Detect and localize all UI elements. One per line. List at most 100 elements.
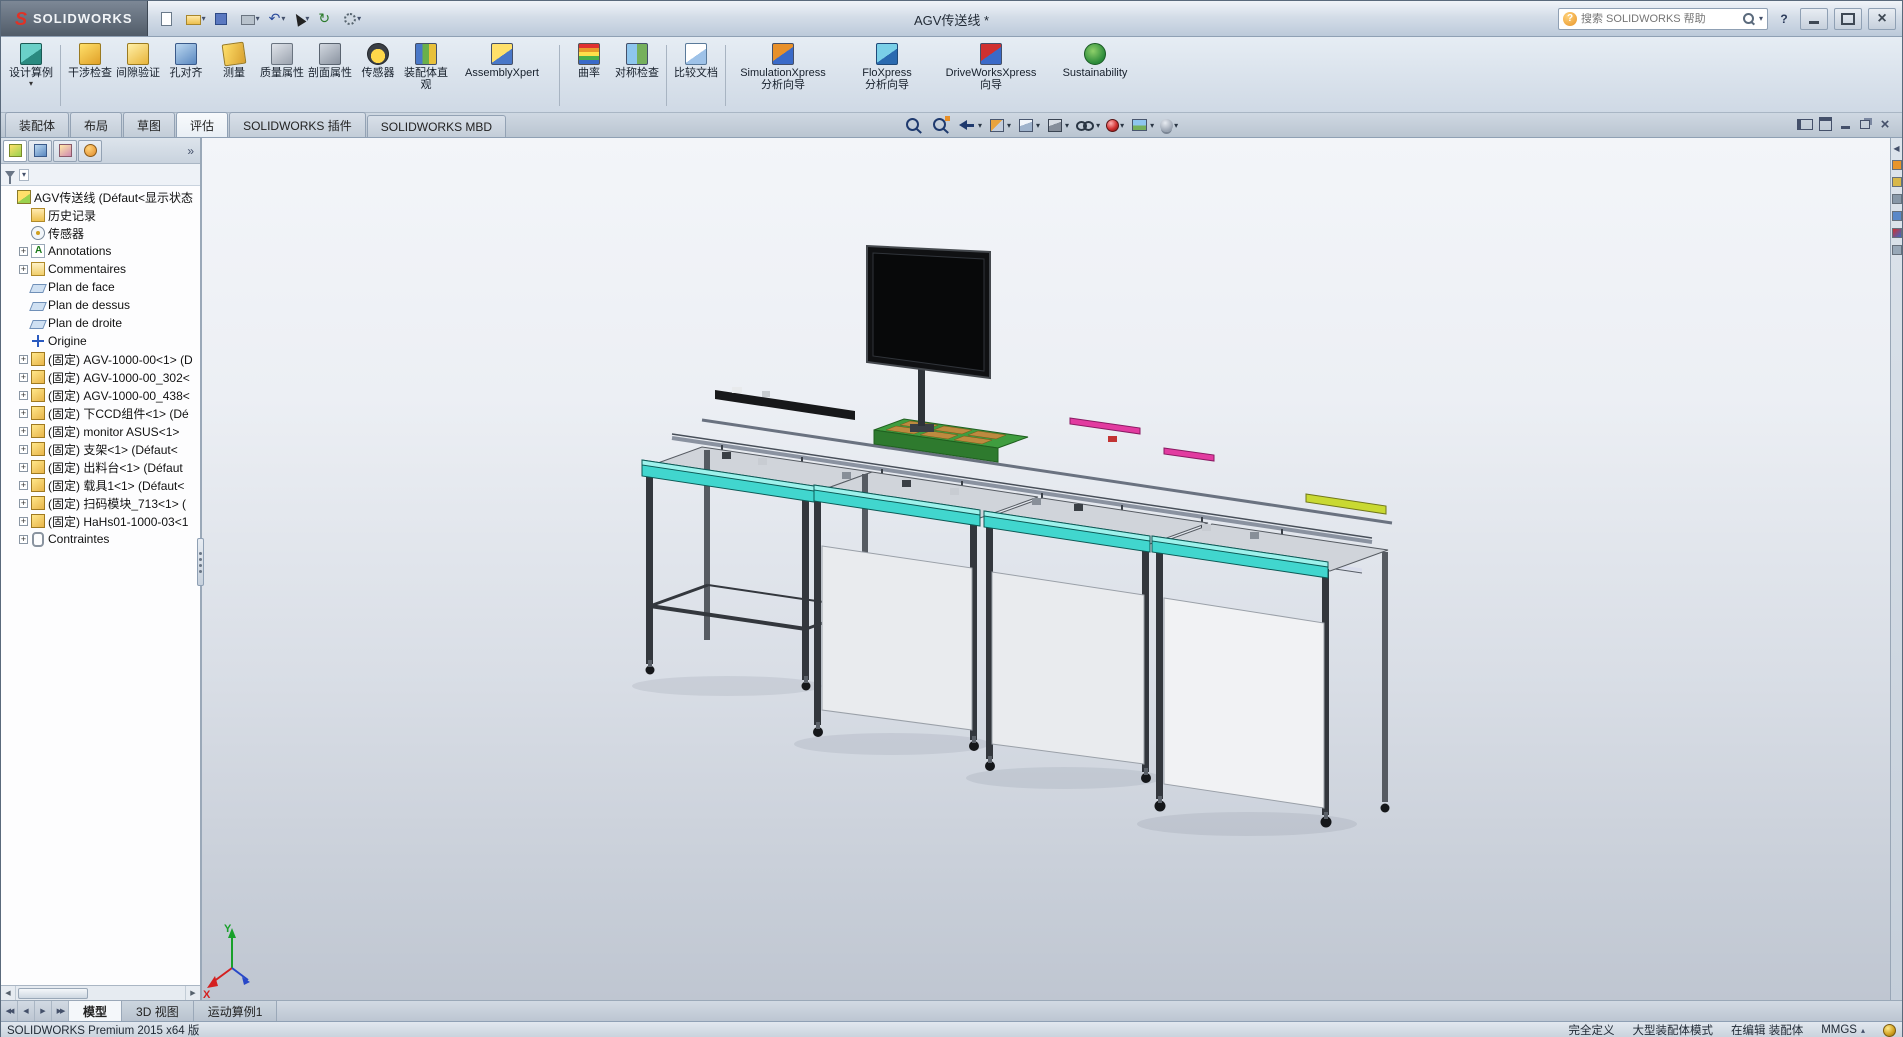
- tree-item[interactable]: (固定) HaHs01-1000-03<1: [1, 512, 200, 530]
- command-tab[interactable]: 草图: [123, 112, 175, 137]
- expander-icon[interactable]: [19, 463, 28, 472]
- tree-item[interactable]: 历史记录: [1, 206, 200, 224]
- pane-split-icon[interactable]: [1816, 116, 1834, 132]
- floxpress-button[interactable]: FloXpress 分析向导: [835, 39, 939, 112]
- sheet-tab[interactable]: 模型: [69, 1001, 122, 1021]
- tree-item[interactable]: Plan de droite: [1, 314, 200, 332]
- view-orientation-icon[interactable]: [1015, 116, 1042, 135]
- expander-icon[interactable]: [19, 373, 28, 382]
- select-button[interactable]: ▾: [291, 11, 312, 27]
- scrollbar-thumb[interactable]: [18, 988, 88, 999]
- tree-item[interactable]: Contraintes: [1, 530, 200, 548]
- tree-item[interactable]: (固定) 载具1<1> (Défaut<: [1, 476, 200, 494]
- tree-item[interactable]: Origine: [1, 332, 200, 350]
- filter-caret-icon[interactable]: ▾: [19, 169, 29, 181]
- tree-item[interactable]: (固定) 下CCD组件<1> (Dé: [1, 404, 200, 422]
- section-properties-button[interactable]: 剖面属性: [306, 39, 354, 112]
- expander-icon[interactable]: [19, 481, 28, 490]
- assembly-visualization-button[interactable]: 装配体直观: [402, 39, 450, 112]
- propertymanager-tab[interactable]: [28, 140, 52, 162]
- simulationxpress-button[interactable]: SimulationXpress 分析向导: [731, 39, 835, 112]
- tree-item[interactable]: Commentaires: [1, 260, 200, 278]
- compare-documents-button[interactable]: 比较文档: [672, 39, 720, 112]
- search-input[interactable]: [1581, 13, 1738, 25]
- sheet-tab[interactable]: 3D 视图: [122, 1001, 194, 1021]
- pane-left-icon[interactable]: [1796, 116, 1814, 132]
- displaymanager-tab[interactable]: [78, 140, 102, 162]
- command-tab[interactable]: 装配体: [5, 112, 69, 137]
- expander-icon[interactable]: [19, 409, 28, 418]
- first-tab-button[interactable]: [1, 1001, 18, 1021]
- command-tab[interactable]: SOLIDWORKS 插件: [229, 112, 366, 137]
- expander-icon[interactable]: [19, 535, 28, 544]
- curvature-button[interactable]: 曲率: [565, 39, 613, 112]
- doc-minimize-button[interactable]: [1836, 116, 1854, 132]
- display-style-icon[interactable]: [1044, 116, 1071, 135]
- panel-tabs-overflow-chevron[interactable]: »: [183, 144, 198, 158]
- tree-item[interactable]: Annotations: [1, 242, 200, 260]
- window-minimize-button[interactable]: [1800, 8, 1828, 30]
- section-view-icon[interactable]: [986, 116, 1013, 135]
- driveworksxpress-button[interactable]: DriveWorksXpress 向导: [939, 39, 1043, 112]
- tree-item[interactable]: AGV传送线 (Défaut<显示状态: [1, 188, 200, 206]
- quick-tips-icon[interactable]: [1883, 1024, 1896, 1037]
- expander-icon[interactable]: [19, 247, 28, 256]
- edit-appearance-icon[interactable]: [1104, 116, 1126, 135]
- expander-icon[interactable]: [19, 445, 28, 454]
- search-caret-icon[interactable]: ▾: [1759, 14, 1763, 23]
- zoom-to-area-icon[interactable]: [928, 115, 953, 135]
- graphics-area[interactable]: Y X: [202, 138, 1890, 1000]
- tree-item[interactable]: (固定) 出料台<1> (Défaut: [1, 458, 200, 476]
- task-pane-expand-chevron[interactable]: ◀: [1893, 144, 1899, 153]
- zoom-to-fit-icon[interactable]: [901, 115, 926, 135]
- clearance-verification-button[interactable]: 间隙验证: [114, 39, 162, 112]
- next-tab-button[interactable]: [35, 1001, 52, 1021]
- apply-scene-icon[interactable]: [1128, 116, 1156, 134]
- design-library-icon[interactable]: [1892, 177, 1902, 187]
- tree-item[interactable]: (固定) monitor ASUS<1>: [1, 422, 200, 440]
- doc-close-button[interactable]: [1876, 116, 1894, 132]
- hole-alignment-button[interactable]: 孔对齐: [162, 39, 210, 112]
- hide-show-items-icon[interactable]: [1073, 115, 1102, 135]
- options-button[interactable]: ▾: [341, 11, 364, 27]
- tree-item[interactable]: Plan de dessus: [1, 296, 200, 314]
- print-button[interactable]: ▾: [238, 10, 263, 27]
- symmetry-check-button[interactable]: 对称检查: [613, 39, 661, 112]
- tree-horizontal-scrollbar[interactable]: [1, 985, 200, 1000]
- expander-icon[interactable]: [19, 355, 28, 364]
- expander-icon[interactable]: [19, 499, 28, 508]
- window-close-button[interactable]: [1868, 8, 1896, 30]
- tree-item[interactable]: (固定) AGV-1000-00_438<: [1, 386, 200, 404]
- interference-detection-button[interactable]: 干涉检查: [66, 39, 114, 112]
- help-button[interactable]: [1774, 9, 1794, 29]
- new-document-button[interactable]: ▾: [158, 10, 180, 28]
- tree-item[interactable]: 传感器: [1, 224, 200, 242]
- open-button[interactable]: ▾: [183, 10, 209, 27]
- sensor-button[interactable]: 传感器: [354, 39, 402, 112]
- featuremanager-tab[interactable]: [3, 140, 27, 162]
- doc-restore-button[interactable]: [1856, 116, 1874, 132]
- last-tab-button[interactable]: [52, 1001, 69, 1021]
- save-button[interactable]: ▾: [212, 11, 235, 27]
- expander-icon[interactable]: [19, 391, 28, 400]
- tree-item[interactable]: Plan de face: [1, 278, 200, 296]
- file-explorer-icon[interactable]: [1892, 194, 1902, 204]
- sheet-tab[interactable]: 运动算例1: [194, 1001, 278, 1021]
- solidworks-resources-icon[interactable]: [1892, 160, 1902, 170]
- units-selector[interactable]: MMGS: [1821, 1024, 1865, 1036]
- tree-item[interactable]: (固定) 支架<1> (Défaut<: [1, 440, 200, 458]
- appearances-scenes-icon[interactable]: [1892, 228, 1902, 238]
- rebuild-button[interactable]: ▾: [315, 9, 338, 28]
- assemblyxpert-button[interactable]: AssemblyXpert: [450, 39, 554, 112]
- command-tab[interactable]: 评估: [176, 112, 228, 137]
- search-icon[interactable]: [1742, 12, 1755, 25]
- command-tab[interactable]: SOLIDWORKS MBD: [367, 115, 506, 137]
- tree-item[interactable]: (固定) AGV-1000-00<1> (D: [1, 350, 200, 368]
- previous-view-icon[interactable]: [955, 115, 984, 135]
- tree-item[interactable]: (固定) AGV-1000-00_302<: [1, 368, 200, 386]
- expander-icon[interactable]: [19, 517, 28, 526]
- expander-icon[interactable]: [19, 427, 28, 436]
- tree-item[interactable]: (固定) 扫码模块_713<1> (: [1, 494, 200, 512]
- custom-properties-icon[interactable]: [1892, 245, 1902, 255]
- sustainability-button[interactable]: Sustainability: [1043, 39, 1147, 112]
